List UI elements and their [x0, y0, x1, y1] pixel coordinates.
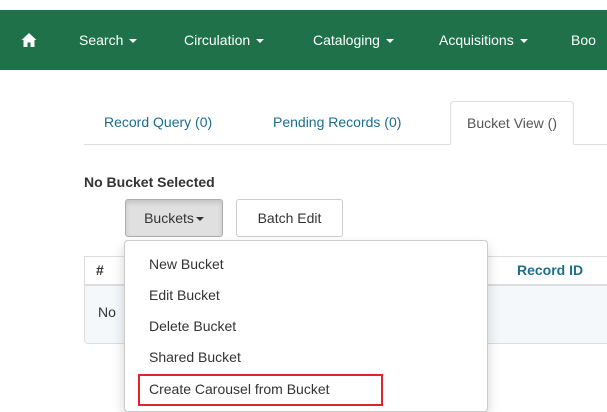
nav-booking-menu[interactable]: Boo: [571, 31, 596, 49]
buckets-dropdown-button[interactable]: Buckets: [125, 199, 223, 237]
caret-down-icon: [195, 217, 204, 222]
highlight-annotation: [138, 374, 383, 406]
menu-item-edit-bucket[interactable]: Edit Bucket: [149, 287, 220, 303]
nav-circulation-label: Circulation: [184, 32, 251, 48]
home-icon[interactable]: [20, 31, 38, 49]
nav-acquisitions-label: Acquisitions: [439, 32, 514, 48]
nav-search-menu[interactable]: Search: [79, 31, 138, 49]
tab-record-query[interactable]: Record Query (0): [104, 101, 212, 145]
nav-cataloging-label: Cataloging: [313, 32, 380, 48]
buckets-button-label: Buckets: [144, 210, 194, 226]
nav-circulation-menu[interactable]: Circulation: [184, 31, 265, 49]
caret-down-icon: [129, 39, 138, 44]
menu-item-shared-bucket[interactable]: Shared Bucket: [149, 349, 241, 365]
bucket-heading: No Bucket Selected: [84, 174, 215, 190]
nav-cataloging-menu[interactable]: Cataloging: [313, 31, 394, 49]
caret-down-icon: [256, 39, 265, 44]
nav-acquisitions-menu[interactable]: Acquisitions: [439, 31, 528, 49]
top-navbar: Search Circulation Cataloging Acquisitio…: [0, 10, 607, 70]
column-header-number: #: [96, 262, 104, 278]
menu-item-delete-bucket[interactable]: Delete Bucket: [149, 318, 236, 334]
column-header-record-id[interactable]: Record ID: [517, 262, 583, 278]
nav-search-label: Search: [79, 32, 124, 48]
tab-pending-records[interactable]: Pending Records (0): [273, 101, 401, 145]
batch-edit-button[interactable]: Batch Edit: [236, 199, 343, 237]
caret-down-icon: [385, 39, 394, 44]
menu-item-new-bucket[interactable]: New Bucket: [149, 256, 224, 272]
empty-table-message: No: [98, 304, 116, 320]
caret-down-icon: [519, 39, 528, 44]
tab-bucket-view[interactable]: Bucket View (): [450, 101, 574, 145]
nav-booking-label: Boo: [571, 32, 596, 48]
